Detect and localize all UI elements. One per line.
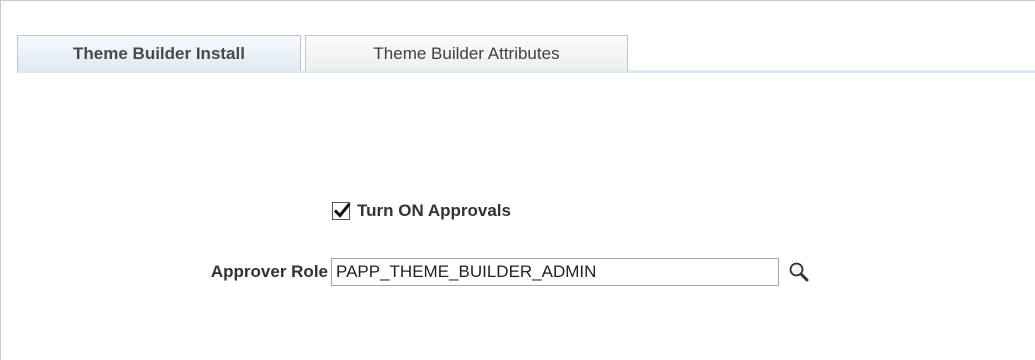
tab-strip: Theme Builder Install Theme Builder Attr… xyxy=(17,35,1035,73)
tab-theme-builder-attributes[interactable]: Theme Builder Attributes xyxy=(305,35,628,71)
approver-role-row: Approver Role xyxy=(1,258,1035,286)
lookup-button[interactable] xyxy=(788,261,810,283)
turn-on-approvals-checkbox[interactable] xyxy=(332,202,351,220)
magnifying-glass-icon xyxy=(789,262,809,282)
approver-role-label: Approver Role xyxy=(210,262,328,281)
approver-role-input[interactable] xyxy=(331,258,779,286)
tab-theme-builder-install[interactable]: Theme Builder Install xyxy=(17,35,301,71)
approvals-row: Turn ON Approvals xyxy=(332,199,511,223)
page-frame: Theme Builder Install Theme Builder Attr… xyxy=(0,0,1035,360)
checkmark-icon xyxy=(333,202,351,218)
tab-label: Theme Builder Install xyxy=(73,43,245,63)
tab-label: Theme Builder Attributes xyxy=(373,43,560,63)
turn-on-approvals-label: Turn ON Approvals xyxy=(357,201,511,220)
